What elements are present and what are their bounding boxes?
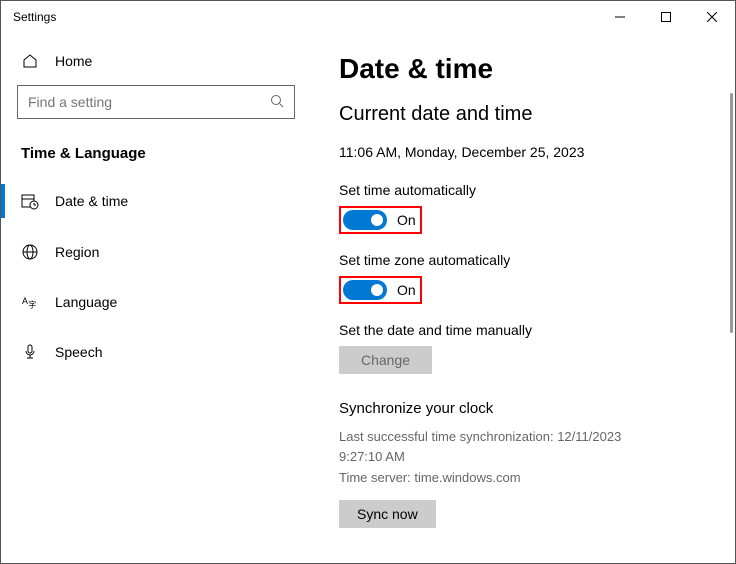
- manual-label: Set the date and time manually: [339, 322, 707, 338]
- set-time-auto-toggle[interactable]: [343, 210, 387, 230]
- set-tz-auto-toggle[interactable]: [343, 280, 387, 300]
- sidebar-item-label: Language: [55, 294, 117, 310]
- svg-text:A: A: [22, 296, 28, 306]
- home-nav[interactable]: Home: [1, 45, 311, 77]
- sidebar-item-speech[interactable]: Speech: [1, 332, 311, 372]
- sidebar-item-language[interactable]: A字 Language: [1, 282, 311, 322]
- page-subtitle: Current date and time: [339, 103, 707, 126]
- window-title: Settings: [13, 10, 56, 24]
- sidebar-item-label: Region: [55, 244, 99, 260]
- page-title: Date & time: [339, 53, 707, 85]
- set-time-auto-label: Set time automatically: [339, 182, 707, 198]
- settings-window: Settings Home: [0, 0, 736, 564]
- sidebar-item-region[interactable]: Region: [1, 232, 311, 272]
- search-input[interactable]: [28, 94, 270, 110]
- section-title: Time & Language: [1, 135, 311, 180]
- sync-heading: Synchronize your clock: [339, 400, 707, 417]
- sync-last-text: Last successful time synchronization: 12…: [339, 427, 659, 466]
- main-content: Date & time Current date and time 11:06 …: [311, 33, 735, 563]
- sidebar-item-label: Speech: [55, 344, 102, 360]
- set-tz-auto-state: On: [397, 282, 416, 298]
- set-tz-auto-label: Set time zone automatically: [339, 252, 707, 268]
- set-time-auto-state: On: [397, 212, 416, 228]
- maximize-button[interactable]: [643, 1, 689, 33]
- globe-icon: [21, 244, 39, 260]
- change-button[interactable]: Change: [339, 346, 432, 374]
- window-controls: [597, 1, 735, 33]
- svg-text:字: 字: [28, 299, 36, 309]
- sync-now-button[interactable]: Sync now: [339, 500, 436, 528]
- current-datetime: 11:06 AM, Monday, December 25, 2023: [339, 144, 707, 160]
- minimize-button[interactable]: [597, 1, 643, 33]
- microphone-icon: [21, 344, 39, 360]
- highlight-box: On: [339, 276, 422, 304]
- close-button[interactable]: [689, 1, 735, 33]
- sidebar: Home Time & Language Date & time: [1, 33, 311, 563]
- sync-server-text: Time server: time.windows.com: [339, 468, 659, 488]
- sidebar-item-label: Date & time: [55, 193, 128, 209]
- sidebar-item-date-time[interactable]: Date & time: [1, 180, 311, 222]
- titlebar: Settings: [1, 1, 735, 33]
- home-label: Home: [55, 53, 92, 69]
- calendar-clock-icon: [21, 192, 39, 210]
- highlight-box: On: [339, 206, 422, 234]
- search-box[interactable]: [17, 85, 295, 119]
- language-icon: A字: [21, 294, 39, 310]
- search-icon: [270, 94, 284, 111]
- home-icon: [21, 53, 39, 69]
- scrollbar[interactable]: [730, 93, 733, 333]
